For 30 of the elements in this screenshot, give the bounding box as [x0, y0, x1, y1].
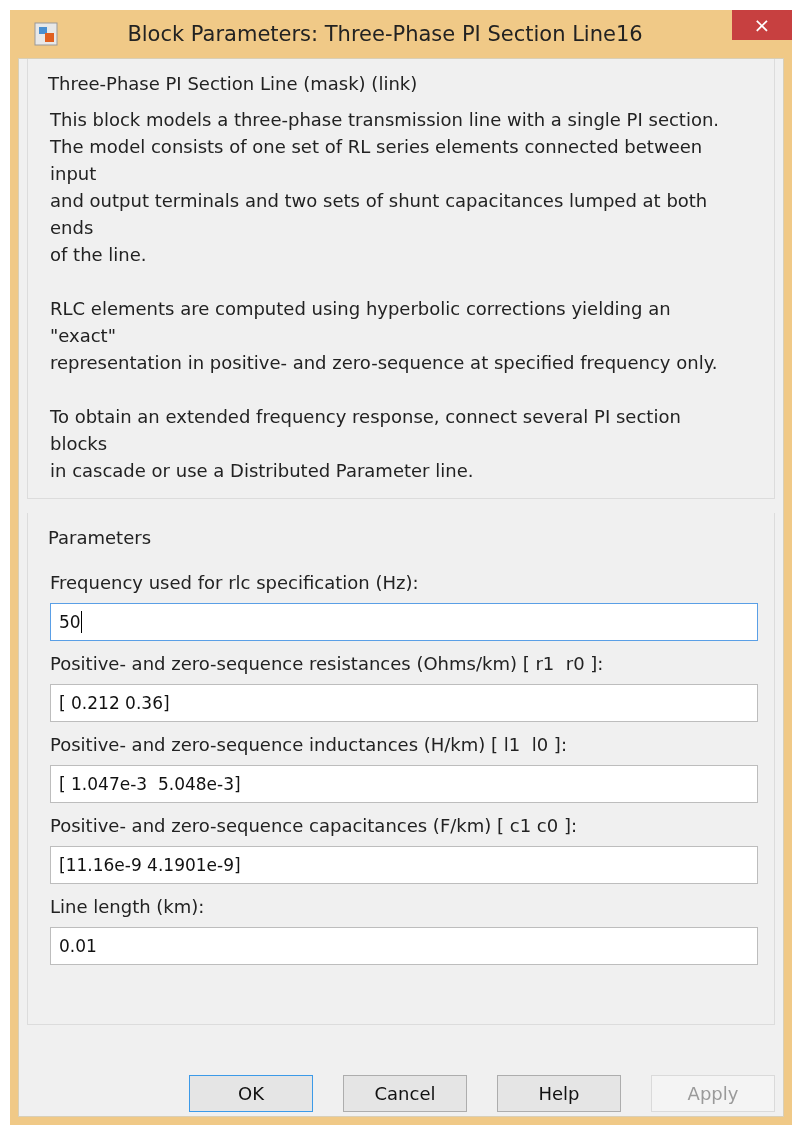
dialog-button[interactable]: OK [189, 1075, 313, 1112]
input-field[interactable]: [11.16e-9 4.1901e-9] [50, 846, 758, 884]
description-text: RLC elements are computed using hyperbolic corrections yielding an [50, 297, 672, 321]
input-field[interactable]: 0.01 [50, 927, 758, 965]
description-text: To obtain an extended frequency response, connect several PI section [50, 405, 682, 429]
dialog-button[interactable]: Help [497, 1075, 621, 1112]
dialog-button[interactable]: Cancel [343, 1075, 467, 1112]
input-field[interactable]: 50 [50, 603, 758, 641]
window-title: Block Parameters: Three-Phase PI Section Line16 [126, 22, 644, 46]
field-label: Positive- and zero-sequence resistances (Ohms/km) [ r1 r0 ]: [50, 653, 605, 674]
field-label: Positive- and zero-sequence capacitances (F/km) [ c1 c0 ]: [50, 815, 578, 836]
description-text: blocks [50, 432, 109, 456]
description-text: representation in positive- and zero-sequence at specified frequency only. [50, 351, 719, 375]
parameters-title: Parameters [48, 527, 153, 548]
description-text: The model consists of one set of RL series elements connected between [50, 135, 704, 159]
description-text: ends [50, 216, 95, 240]
block-icon [34, 22, 58, 46]
description-text: This block models a three-phase transmission line with a single PI section. [50, 108, 721, 132]
description-text: and output terminals and two sets of shunt capacitances lumped at both [50, 189, 709, 213]
field-label: Line length (km): [50, 896, 206, 917]
description-text: input [50, 162, 98, 186]
input-field[interactable]: [ 0.212 0.36] [50, 684, 758, 722]
close-button[interactable]: × [732, 10, 792, 40]
description-text: "exact" [50, 324, 117, 348]
field-label: Frequency used for rlc specification (Hz): [50, 572, 420, 593]
field-label: Positive- and zero-sequence inductances (H/km) [ l1 l0 ]: [50, 734, 568, 755]
description-text: of the line. [50, 243, 148, 267]
description-title: Three-Phase PI Section Line (mask) (link) [48, 73, 419, 94]
input-field[interactable]: [ 1.047e-3 5.048e-3] [50, 765, 758, 803]
description-text: in cascade or use a Distributed Parameter line. [50, 459, 475, 483]
